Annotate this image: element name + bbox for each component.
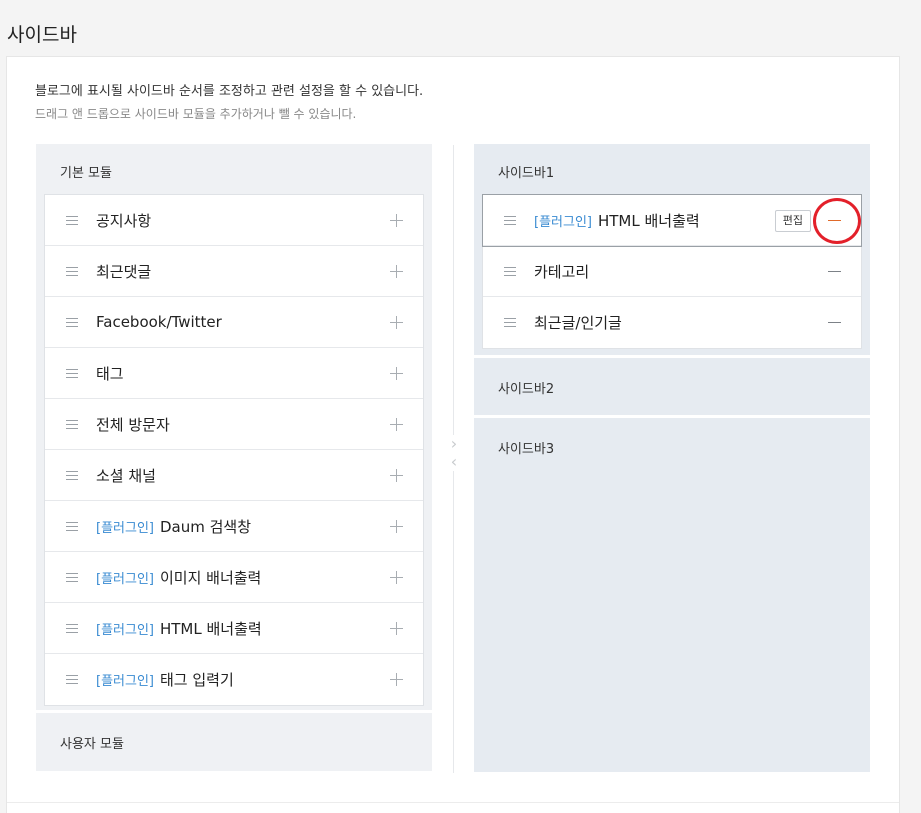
minus-icon[interactable]: [828, 322, 841, 323]
basic-modules-panel: 기본 모듈 공지사항 최근댓글 Facebook/Twitter 태그 전체 방…: [36, 144, 432, 710]
module-item-daum-search[interactable]: [플러그인] Daum 검색창: [45, 501, 423, 552]
module-item-facebook-twitter[interactable]: Facebook/Twitter: [45, 297, 423, 348]
description-line-2: 드래그 앤 드롭으로 사이드바 모듈을 추가하거나 뺄 수 있습니다.: [35, 107, 357, 121]
plus-icon[interactable]: [390, 316, 403, 329]
module-item-html-banner[interactable]: [플러그인] HTML 배너출력: [45, 603, 423, 654]
drag-handle-icon[interactable]: [66, 215, 78, 225]
sidebars: 사이드바1 [플러그인] HTML 배너출력 편집 카테고리 최근글/인기글 사…: [474, 144, 870, 772]
module-label: 카테고리: [534, 262, 590, 281]
plugin-tag: [플러그인]: [96, 571, 154, 587]
sidebar1-panel: 사이드바1 [플러그인] HTML 배너출력 편집 카테고리 최근글/인기글: [474, 144, 870, 355]
module-item-tags[interactable]: 태그: [45, 348, 423, 399]
drag-handle-icon[interactable]: [66, 470, 78, 480]
sidebar2-panel[interactable]: 사이드바2: [474, 358, 870, 415]
module-label: 소셜 채널: [96, 466, 156, 485]
plus-icon[interactable]: [390, 571, 403, 584]
module-label: 공지사항: [96, 211, 152, 230]
plus-icon[interactable]: [390, 367, 403, 380]
module-item-tag-input[interactable]: [플러그인] 태그 입력기: [45, 654, 423, 705]
drag-handle-icon[interactable]: [504, 266, 516, 276]
drag-handle-icon[interactable]: [504, 215, 516, 225]
minus-icon[interactable]: [828, 271, 841, 272]
edit-button[interactable]: 편집: [774, 210, 811, 232]
sidebar1-title: 사이드바1: [498, 166, 555, 181]
module-item-notice[interactable]: 공지사항: [45, 195, 423, 246]
drag-handle-icon[interactable]: [66, 623, 78, 633]
sidebar-item-recent-popular-posts[interactable]: 최근글/인기글: [483, 297, 861, 348]
sidebar3-panel[interactable]: 사이드바3: [474, 418, 870, 772]
plus-icon[interactable]: [390, 214, 403, 227]
arrow-left-icon: ‹: [450, 452, 458, 471]
description-line-1: 블로그에 표시될 사이드바 순서를 조정하고 관련 설정을 할 수 있습니다.: [35, 84, 424, 99]
module-label: HTML 배너출력: [159, 619, 262, 638]
sidebar-settings-card: 블로그에 표시될 사이드바 순서를 조정하고 관련 설정을 할 수 있습니다. …: [6, 56, 900, 813]
module-label: Daum 검색창: [159, 517, 252, 536]
module-label: 최근글/인기글: [534, 314, 622, 332]
plus-icon[interactable]: [390, 673, 403, 686]
plus-icon[interactable]: [390, 418, 403, 431]
plus-icon[interactable]: [390, 622, 403, 635]
module-label: HTML 배너출력: [597, 211, 700, 230]
move-arrows: › ‹: [447, 435, 461, 471]
arrow-right-icon: ›: [450, 434, 458, 453]
module-label: Facebook/Twitter: [96, 313, 222, 331]
highlight-circle: [813, 198, 861, 244]
user-modules-panel[interactable]: 사용자 모듈: [36, 713, 432, 771]
module-item-social-channel[interactable]: 소셜 채널: [45, 450, 423, 501]
plugin-tag: [플러그인]: [534, 214, 592, 230]
user-modules-title: 사용자 모듈: [60, 737, 124, 752]
basic-modules-list: 공지사항 최근댓글 Facebook/Twitter 태그 전체 방문자 소셜 …: [44, 194, 424, 706]
drag-handle-icon[interactable]: [66, 675, 78, 684]
drag-handle-icon[interactable]: [66, 572, 78, 582]
plugin-tag: [플러그인]: [96, 622, 154, 638]
module-item-total-visitors[interactable]: 전체 방문자: [45, 399, 423, 450]
basic-modules-title: 기본 모듈: [60, 166, 112, 181]
sidebar3-title: 사이드바3: [498, 442, 555, 457]
plugin-tag: [플러그인]: [96, 520, 154, 536]
sidebar2-title: 사이드바2: [498, 382, 555, 397]
minus-icon[interactable]: [828, 220, 841, 221]
drag-handle-icon[interactable]: [66, 266, 78, 276]
plugin-tag: [플러그인]: [96, 674, 154, 689]
drag-handle-icon[interactable]: [66, 521, 78, 531]
plus-icon[interactable]: [390, 469, 403, 482]
module-item-image-banner[interactable]: [플러그인] 이미지 배너출력: [45, 552, 423, 603]
module-label: 태그: [96, 364, 124, 383]
module-item-recent-comments[interactable]: 최근댓글: [45, 246, 423, 297]
module-label: 태그 입력기: [159, 671, 234, 689]
available-modules: 기본 모듈 공지사항 최근댓글 Facebook/Twitter 태그 전체 방…: [36, 144, 432, 771]
plus-icon[interactable]: [390, 265, 403, 278]
sidebar-item-category[interactable]: 카테고리: [483, 246, 861, 297]
sidebar1-list: [플러그인] HTML 배너출력 편집 카테고리 최근글/인기글: [482, 194, 862, 349]
drag-handle-icon[interactable]: [66, 368, 78, 378]
drag-handle-icon[interactable]: [504, 318, 516, 327]
description: 블로그에 표시될 사이드바 순서를 조정하고 관련 설정을 할 수 있습니다. …: [35, 84, 423, 122]
drag-handle-icon[interactable]: [66, 317, 78, 327]
page-title: 사이드바: [7, 24, 77, 46]
module-label: 최근댓글: [96, 262, 152, 281]
card-footer: [7, 802, 899, 803]
sidebar-item-html-banner[interactable]: [플러그인] HTML 배너출력 편집: [482, 194, 862, 247]
plus-icon[interactable]: [390, 520, 403, 533]
module-label: 전체 방문자: [96, 415, 170, 434]
module-label: 이미지 배너출력: [159, 568, 262, 587]
drag-handle-icon[interactable]: [66, 419, 78, 429]
